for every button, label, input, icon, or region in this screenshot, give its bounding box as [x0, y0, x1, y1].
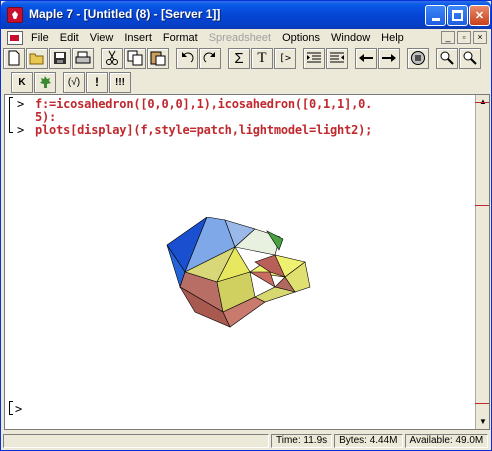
input-prompt-1: > [17, 97, 25, 111]
forward-button[interactable] [378, 47, 400, 69]
maple-window: Maple 7 - [Untitled (8) - [Server 1]] ✕ … [0, 0, 492, 451]
input-line-1-continuation[interactable]: 5): [35, 110, 56, 124]
title-bar[interactable]: Maple 7 - [Untitled (8) - [Server 1]] ✕ [1, 1, 491, 29]
vertical-scrollbar[interactable]: ▲ ▼ [475, 95, 489, 429]
empty-group-bracket[interactable] [9, 401, 13, 415]
scroll-marker [475, 403, 489, 404]
magnifier-icon [440, 51, 454, 65]
menu-view[interactable]: View [85, 32, 120, 44]
status-bytes: Bytes: 4.44M [334, 434, 403, 448]
menu-format[interactable]: Format [158, 32, 204, 44]
menu-help[interactable]: Help [376, 32, 410, 44]
input-prompt-2: > [17, 123, 25, 137]
status-time: Time: 11.9s [271, 434, 333, 448]
window-title: Maple 7 - [Untitled (8) - [Server 1]] [29, 7, 221, 21]
paste-clipboard-icon [150, 51, 166, 66]
menu-window[interactable]: Window [326, 32, 376, 44]
insert-prompt-button[interactable]: [> [274, 47, 296, 69]
context-toolbar: K (√) ! !!! [3, 70, 132, 94]
copy-icon [127, 50, 143, 66]
open-folder-icon [29, 53, 44, 65]
doc-restore-button[interactable]: ▫ [457, 31, 471, 44]
doc-close-button[interactable]: × [473, 31, 487, 44]
prompt-icon: [> [278, 52, 292, 64]
menu-options[interactable]: Options [277, 32, 326, 44]
3d-plot-output[interactable] [155, 217, 325, 337]
copy-button[interactable] [124, 47, 146, 69]
zoom-in-button[interactable] [459, 47, 481, 69]
status-message [3, 434, 269, 448]
magnifier-icon [463, 51, 477, 65]
empty-prompt[interactable]: > [15, 402, 22, 416]
close-icon: ✕ [474, 10, 485, 22]
scroll-marker [475, 102, 489, 103]
print-button[interactable] [72, 47, 94, 69]
document-window-controls: _ ▫ × [441, 31, 487, 44]
main-toolbar: Σ T [> [3, 46, 482, 70]
maximize-button[interactable] [447, 5, 468, 26]
triple-exclamation-button[interactable]: !!! [109, 71, 131, 93]
menu-insert[interactable]: Insert [119, 32, 158, 44]
close-button[interactable]: ✕ [469, 5, 490, 26]
new-document-icon [8, 50, 20, 66]
execution-group-bracket[interactable] [9, 97, 13, 133]
scissors-icon [106, 50, 118, 65]
indent-button[interactable] [303, 47, 325, 69]
text-button[interactable]: T [251, 47, 273, 69]
maximize-icon [452, 10, 463, 21]
save-disk-icon [54, 52, 66, 64]
status-available: Available: 49.0M [404, 434, 489, 448]
sigma-button[interactable]: Σ [228, 47, 250, 69]
undo-button[interactable] [176, 47, 198, 69]
menu-edit[interactable]: Edit [55, 32, 85, 44]
triple-exclamation-icon: !!! [115, 76, 125, 88]
redo-icon [203, 52, 215, 63]
redo-button[interactable] [199, 47, 221, 69]
stop-icon [411, 51, 425, 65]
maple-leaf-icon [40, 76, 51, 88]
input-line-2[interactable]: plots[display](f,style=patch,lightmodel=… [35, 123, 372, 137]
k-button[interactable]: K [11, 71, 33, 93]
sqrt-button[interactable]: (√) [63, 71, 85, 93]
menu-file[interactable]: File [26, 32, 55, 44]
open-button[interactable] [26, 47, 48, 69]
menu-spreadsheet[interactable]: Spreadsheet [204, 32, 277, 44]
sqrt-icon: (√) [67, 76, 81, 88]
minimize-button[interactable] [425, 5, 446, 26]
stop-button[interactable] [407, 47, 429, 69]
scroll-marker [475, 205, 489, 206]
back-button[interactable] [355, 47, 377, 69]
input-line-1[interactable]: f:=icosahedron([0,0,0],1),icosahedron([0… [35, 97, 372, 111]
zoom-out-button[interactable] [436, 47, 458, 69]
back-arrow-icon [359, 54, 373, 62]
outdent-button[interactable] [326, 47, 348, 69]
cut-button[interactable] [101, 47, 123, 69]
paste-button[interactable] [147, 47, 169, 69]
forward-arrow-icon [382, 54, 396, 62]
indent-icon [307, 52, 321, 63]
worksheet-area[interactable]: > f:=icosahedron([0,0,0],1),icosahedron(… [4, 94, 490, 430]
exclamation-icon: ! [95, 75, 99, 89]
k-icon: K [18, 76, 26, 88]
status-bar: Time: 11.9s Bytes: 4.44M Available: 49.0… [1, 432, 491, 450]
new-document-button[interactable] [3, 47, 25, 69]
menu-bar: File Edit View Insert Format Spreadsheet… [1, 29, 491, 46]
undo-icon [182, 52, 194, 63]
save-button[interactable] [49, 47, 71, 69]
text-icon: T [257, 49, 267, 66]
scroll-down-arrow-icon[interactable]: ▼ [477, 416, 489, 428]
outdent-icon [330, 52, 344, 63]
printer-icon [75, 51, 91, 64]
maple-leaf-button[interactable] [34, 71, 56, 93]
sigma-icon: Σ [234, 49, 244, 67]
minimize-icon [431, 18, 440, 21]
document-icon[interactable] [7, 30, 23, 45]
doc-minimize-button[interactable]: _ [441, 31, 455, 44]
exclamation-button[interactable]: ! [86, 71, 108, 93]
maple-leaf-icon[interactable] [7, 7, 23, 23]
